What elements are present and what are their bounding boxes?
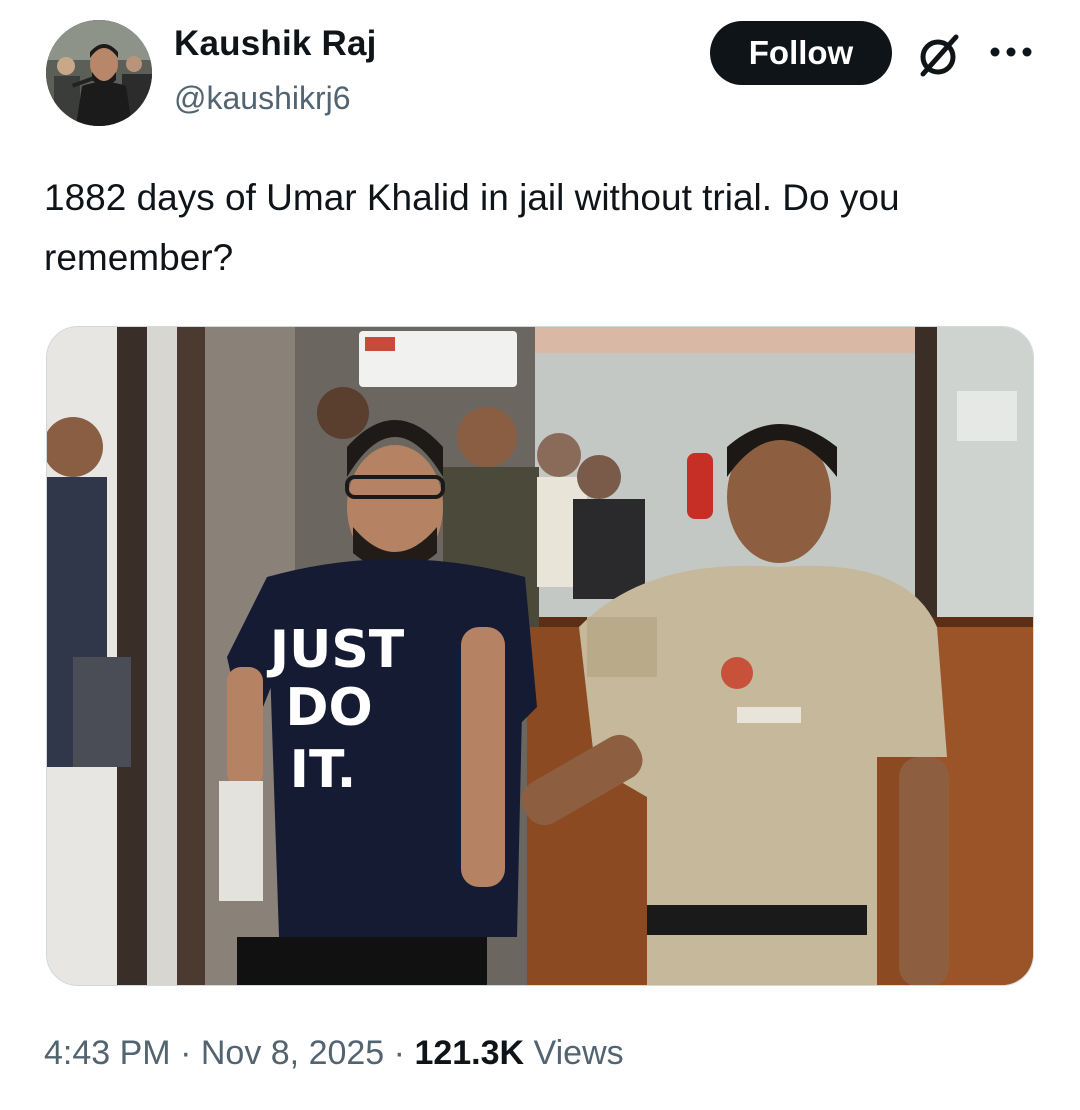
tweet-media-photo[interactable]: JUST DO IT. [46, 326, 1034, 986]
tweet-time[interactable]: 4:43 PM [44, 1034, 171, 1072]
shirt-text-line3: IT. [290, 740, 357, 800]
follow-button[interactable]: Follow [710, 21, 892, 85]
views-label: Views [533, 1034, 624, 1072]
author-display-name[interactable]: Kaushik Raj [174, 24, 377, 64]
shirt-text-line1: JUST [267, 620, 405, 680]
author-handle[interactable]: @kaushikrj6 [174, 80, 351, 117]
tweet-meta: 4:43 PM · Nov 8, 2025 · 121.3K Views [44, 1034, 624, 1073]
views-count: 121.3K [414, 1034, 525, 1072]
author-avatar[interactable] [46, 20, 152, 126]
meta-separator: · [180, 1034, 192, 1072]
tweet-text: 1882 days of Umar Khalid in jail without… [44, 177, 900, 278]
avatar-image [46, 20, 152, 126]
meta-separator: · [393, 1034, 405, 1072]
shirt-text-line2: DO [285, 678, 372, 738]
photo-scene: JUST DO IT. [47, 327, 1033, 985]
tweet-date[interactable]: Nov 8, 2025 [201, 1034, 384, 1072]
more-icon[interactable] [988, 44, 1034, 60]
grok-icon[interactable] [914, 30, 964, 80]
